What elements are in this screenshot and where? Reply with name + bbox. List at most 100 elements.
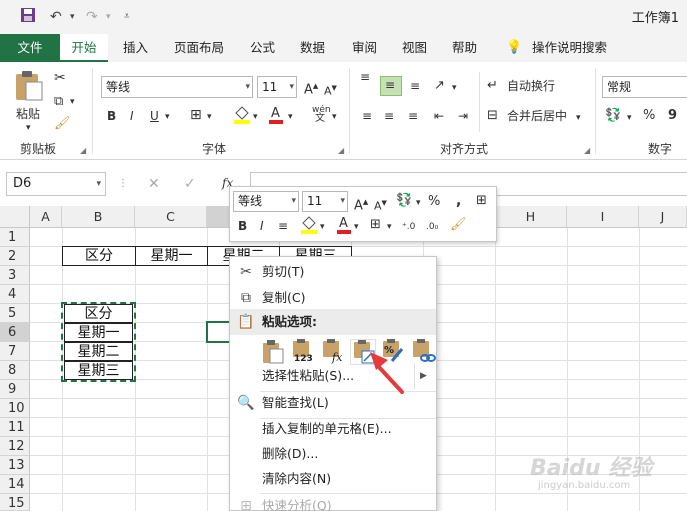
decrease-font-icon[interactable]: A▼	[324, 78, 337, 102]
tab-data[interactable]: 数据	[300, 34, 325, 62]
fill-color-dropdown-icon[interactable]: ▾	[253, 107, 258, 127]
align-right-icon[interactable]: ≡	[408, 106, 418, 126]
comma-button[interactable]: ,	[456, 191, 461, 211]
tab-view[interactable]: 视图	[402, 34, 427, 62]
tab-review[interactable]: 审阅	[352, 34, 377, 62]
orientation-icon[interactable]: ↗	[434, 76, 445, 96]
row-header[interactable]: 15	[0, 494, 30, 511]
alignment-launcher-icon[interactable]: ◢	[584, 146, 590, 155]
row-header[interactable]: 12	[0, 437, 30, 456]
comma-button[interactable]: 9	[668, 106, 677, 126]
name-box[interactable]: D6 ▾	[6, 172, 106, 196]
row-header[interactable]: 10	[0, 399, 30, 418]
menu-item-quick-analysis[interactable]: ⊞ 快速分析(Q)	[230, 493, 436, 511]
menu-item-cut[interactable]: ✂ 剪切(T)	[230, 259, 436, 285]
menu-item-clear-contents[interactable]: 清除内容(N)	[230, 466, 436, 492]
row-header[interactable]: 5	[0, 304, 30, 323]
row-header[interactable]: 6	[0, 323, 30, 342]
menu-item-copy[interactable]: ⧉ 复制(C)	[230, 285, 436, 311]
font-color-dropdown-icon[interactable]: ▾	[288, 107, 293, 127]
percent-button[interactable]: %	[643, 106, 655, 126]
row-header[interactable]: 7	[0, 342, 30, 361]
redo-dropdown-icon[interactable]: ▾	[106, 7, 111, 27]
copy-dropdown-icon[interactable]: ▾	[70, 92, 75, 112]
row-header[interactable]: 1	[0, 228, 30, 247]
tab-help[interactable]: 帮助	[452, 34, 477, 62]
currency-icon[interactable]: 💱	[605, 106, 621, 126]
undo-icon[interactable]: ↶	[50, 7, 62, 27]
border-icon[interactable]: ⊞	[190, 105, 202, 125]
font-launcher-icon[interactable]: ◢	[338, 146, 344, 155]
column-header[interactable]: I	[567, 206, 639, 228]
select-all-corner[interactable]	[0, 206, 30, 228]
column-header[interactable]: H	[495, 206, 567, 228]
font-name-combo[interactable]: 等线 ▾	[101, 76, 253, 98]
mini-italic-button[interactable]: I	[260, 216, 264, 236]
row-header[interactable]: 13	[0, 456, 30, 475]
increase-font-icon[interactable]: A▲	[354, 192, 368, 216]
column-header[interactable]: B	[62, 206, 135, 228]
font-color-icon[interactable]: A	[268, 104, 284, 130]
paste-values-icon[interactable]: 123	[290, 339, 316, 365]
tab-page-layout[interactable]: 页面布局	[174, 34, 224, 62]
tab-file[interactable]: 文件	[0, 34, 60, 62]
font-color-icon[interactable]: A	[336, 214, 352, 240]
currency-dropdown-icon[interactable]: ▾	[416, 193, 421, 213]
table-cell[interactable]: 区分	[62, 246, 136, 266]
merge-dropdown-icon[interactable]: ▾	[576, 108, 581, 128]
column-header[interactable]: C	[135, 206, 207, 228]
paste-dropdown-icon[interactable]: ▾	[26, 118, 31, 138]
copy-icon[interactable]: ⧉	[54, 92, 63, 112]
mini-font-name-combo[interactable]: 等线 ▾	[233, 191, 299, 212]
bold-button[interactable]: B	[107, 106, 116, 126]
menu-item-delete[interactable]: 删除(D)...	[230, 441, 436, 467]
column-header[interactable]: A	[30, 206, 62, 228]
mini-bold-button[interactable]: B	[238, 216, 247, 236]
tab-home[interactable]: 开始	[60, 34, 108, 63]
border-dropdown-icon[interactable]: ▾	[207, 107, 212, 127]
fill-color-dropdown-icon[interactable]: ▾	[320, 217, 325, 237]
format-painter-icon[interactable]: 🖌	[450, 215, 467, 235]
row-header[interactable]: 14	[0, 475, 30, 494]
underline-dropdown-icon[interactable]: ▾	[165, 107, 170, 127]
align-center-icon[interactable]: ≡	[384, 106, 394, 126]
tab-insert[interactable]: 插入	[123, 34, 148, 62]
row-header[interactable]: 11	[0, 418, 30, 437]
fill-color-icon[interactable]	[233, 104, 251, 130]
italic-button[interactable]: I	[130, 106, 134, 126]
cut-icon[interactable]: ✂	[54, 68, 66, 88]
fill-color-icon[interactable]	[300, 214, 318, 240]
align-left-icon[interactable]: ≡	[362, 106, 372, 126]
increase-decimal-icon[interactable]: ⁺.0	[402, 217, 415, 237]
customize-qat-icon[interactable]: ⩡	[124, 7, 130, 27]
align-bottom-icon[interactable]: ≡	[410, 76, 420, 96]
merge-center-icon[interactable]: ⊟	[487, 106, 498, 126]
currency-dropdown-icon[interactable]: ▾	[627, 108, 632, 128]
align-center-icon[interactable]: ≡	[278, 216, 288, 236]
paste-link-icon[interactable]	[410, 339, 436, 365]
row-header[interactable]: 4	[0, 285, 30, 304]
redo-icon[interactable]: ↷	[86, 7, 98, 27]
lightbulb-icon[interactable]: 💡	[506, 34, 522, 62]
paste-icon[interactable]	[260, 339, 286, 365]
enter-icon[interactable]: ✓	[184, 174, 196, 194]
border-dropdown-icon[interactable]: ▾	[387, 217, 392, 237]
align-top-icon[interactable]: ≡	[360, 71, 370, 83]
format-painter-icon[interactable]: 🖌	[54, 114, 71, 134]
undo-dropdown-icon[interactable]: ▾	[70, 7, 75, 27]
tab-formulas[interactable]: 公式	[250, 34, 275, 62]
wrap-text-icon[interactable]: ↵	[487, 76, 498, 96]
merge-center-button[interactable]: 合并后居中	[507, 106, 567, 126]
decrease-indent-icon[interactable]: ⇤	[434, 106, 444, 126]
font-color-dropdown-icon[interactable]: ▾	[354, 217, 359, 237]
format-cells-icon[interactable]: ⊞	[476, 191, 487, 211]
table-cell[interactable]: 星期一	[135, 246, 208, 266]
mini-font-size-combo[interactable]: 11 ▾	[302, 191, 348, 212]
font-size-combo[interactable]: 11 ▾	[257, 76, 297, 98]
tell-me-search[interactable]: 操作说明搜索	[532, 34, 607, 62]
wrap-text-button[interactable]: 自动换行	[507, 76, 555, 96]
paste-icon[interactable]	[14, 70, 44, 105]
column-header[interactable]: J	[639, 206, 687, 228]
decrease-decimal-icon[interactable]: .0₀	[426, 217, 438, 237]
submenu-arrow-icon[interactable]: ▶	[420, 363, 427, 389]
